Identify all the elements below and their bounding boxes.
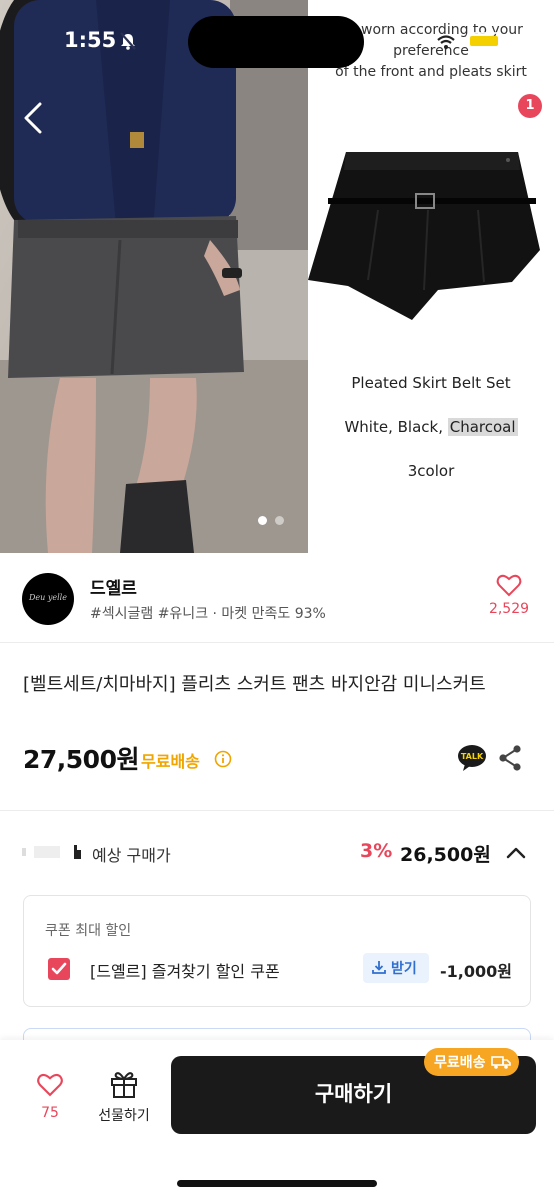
chevron-up-icon[interactable] — [505, 842, 527, 864]
wishlist-button[interactable]: 75 — [30, 1072, 70, 1121]
share-icon[interactable] — [497, 744, 523, 772]
cart-count-badge: 1 — [518, 94, 542, 118]
color-highlight: Charcoal — [447, 418, 518, 436]
color-options-text: White, Black, Charcoal — [308, 418, 554, 436]
product-title: [벨트세트/치마바지] 플리츠 스커트 팬츠 바지안감 미니스커트 — [23, 674, 486, 695]
free-shipping-badge: 무료배송 — [424, 1048, 519, 1076]
shop-logo-text: Deu yelle — [29, 593, 67, 602]
coupon-download-button[interactable]: 받기 — [363, 953, 429, 983]
gift-button[interactable]: 선물하기 — [90, 1070, 158, 1125]
heart-outline-icon — [496, 574, 522, 597]
shop-like-button[interactable]: 2,529 — [484, 573, 534, 617]
back-chevron-icon[interactable] — [18, 100, 50, 136]
expected-price-label: 예상 구매가 — [92, 846, 171, 865]
expected-price-value: 26,500원 — [400, 844, 491, 866]
free-shipping-label: 무료배송 — [141, 752, 200, 771]
expected-discount-rate: 3% — [360, 840, 393, 862]
coupon-panel: 쿠폰 최대 할인 [드옐르] 즐겨찾기 할인 쿠폰 받기 -1,000원 — [23, 895, 531, 1007]
kakao-talk-icon[interactable]: TALK — [457, 744, 487, 772]
svg-text:TALK: TALK — [461, 752, 484, 761]
bottom-action-bar: 75 선물하기 구매하기 무료배송 — [0, 1040, 554, 1200]
carousel-dot-active[interactable] — [258, 516, 267, 525]
redacted-text-mask — [22, 845, 81, 859]
product-image-carousel[interactable]: be worn according to your preference of … — [0, 0, 554, 553]
truck-icon — [490, 1056, 511, 1069]
wishlist-count: 75 — [41, 1105, 59, 1121]
bell-off-icon — [120, 32, 136, 50]
model-photo — [0, 0, 308, 553]
coupon-checkbox[interactable] — [48, 958, 70, 980]
coupon-download-label: 받기 — [391, 961, 417, 977]
status-time: 1:55 — [64, 28, 117, 52]
coupon-discount-amount: -1,000원 — [440, 962, 512, 981]
gift-label: 선물하기 — [98, 1108, 150, 1124]
home-indicator — [177, 1180, 377, 1187]
battery-icon — [466, 32, 502, 50]
download-icon — [372, 961, 386, 974]
skirt-image — [308, 152, 540, 320]
product-price: 27,500원 — [23, 745, 139, 774]
home-icon[interactable] — [382, 98, 420, 136]
carousel-indicator — [258, 516, 284, 525]
dynamic-island — [188, 16, 364, 68]
free-shipping-badge-label: 무료배송 — [434, 1055, 486, 1071]
color-count: 3color — [407, 462, 455, 480]
coupon-name: [드옐르] 즐겨찾기 할인 쿠폰 — [90, 962, 280, 981]
wifi-icon — [437, 35, 455, 49]
colors-prefix: White, Black, — [344, 418, 448, 436]
gift-icon — [111, 1072, 137, 1098]
shop-logo[interactable]: Deu yelle — [22, 573, 74, 625]
checkmark-icon — [51, 962, 67, 975]
info-icon[interactable] — [214, 750, 232, 768]
shop-name[interactable]: 드옐르 — [90, 574, 137, 599]
coupon-heading: 쿠폰 최대 할인 — [45, 923, 132, 939]
shop-like-count: 2,529 — [488, 601, 530, 617]
shop-info-row[interactable]: Deu yelle 드옐르 #섹시글램 #유니크 · 마켓 만족도 93% 2,… — [0, 553, 554, 643]
product-label: Pleated Skirt Belt Set — [351, 374, 511, 392]
carousel-dot[interactable] — [275, 516, 284, 525]
search-icon[interactable] — [440, 98, 478, 136]
heart-outline-icon — [37, 1073, 63, 1097]
shop-tags: #섹시글램 #유니크 · 마켓 만족도 93% — [90, 606, 326, 622]
product-detail-panel: be worn according to your preference of … — [308, 0, 554, 553]
section-divider — [0, 810, 554, 811]
